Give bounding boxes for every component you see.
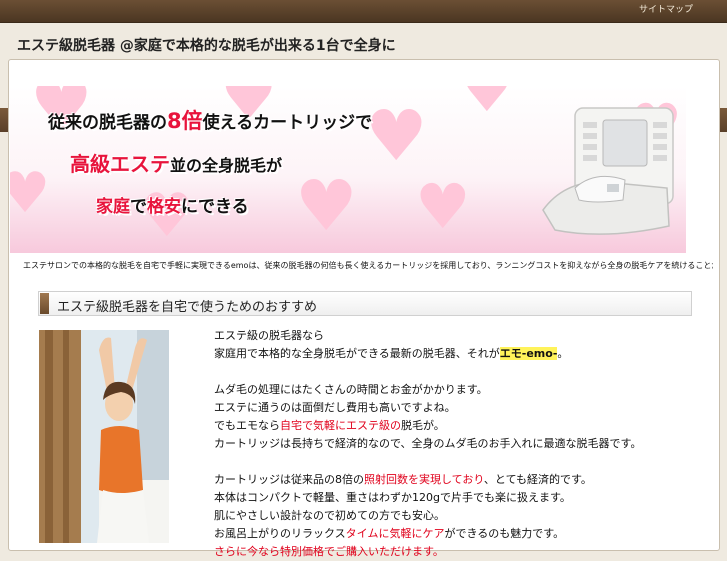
hero-banner[interactable]: ♥ ♥ ♥ ♥ ♥ ♥ ♥ ♥ ♥ 従来の脱毛器の8倍使えるカートリッジで 高級… <box>10 86 686 253</box>
content-panel: ♥ ♥ ♥ ♥ ♥ ♥ ♥ ♥ ♥ 従来の脱毛器の8倍使えるカートリッジで 高級… <box>8 59 720 558</box>
page: エステ級脱毛器 @家庭で本格的な脱毛が出来る1台で全身に ♥ ♥ ♥ ♥ ♥ ♥… <box>0 22 727 558</box>
heart-icon: ♥ <box>365 95 428 177</box>
emo-highlight[interactable]: エモ-emo- <box>499 347 558 360</box>
body-line: 本体はコンパクトで軽量、重さはわずか120gで片手でも楽に扱えます。 <box>214 491 571 504</box>
banner-line-3: 家庭で格安にできる <box>96 197 249 217</box>
intro-text: エステサロンでの本格的な脱毛を自宅で手軽に実現できるemoは、従来の脱毛器の何倍… <box>23 261 713 270</box>
body-line: お風呂上がりのリラックスタイムに気軽にケアができるのも魅力です。 <box>214 527 565 540</box>
banner-line-1: 従来の脱毛器の8倍使えるカートリッジで <box>48 109 373 133</box>
site-title[interactable]: エステ級脱毛器 @家庭で本格的な脱毛が出来る1台で全身に <box>17 35 396 55</box>
sitemap-link[interactable]: サイトマップ <box>639 2 693 15</box>
body-line: 家庭用で本格的な全身脱毛ができる最新の脱毛器、それがエモ-emo-。 <box>214 347 569 360</box>
section-heading: エステ級脱毛器を自宅で使うためのおすすめ <box>38 291 692 316</box>
body-line: カートリッジは従来品の8倍の照射回数を実現しており、とても経済的です。 <box>214 473 592 486</box>
article-body: エステ級の脱毛器なら 家庭用で本格的な全身脱毛ができる最新の脱毛器、それがエモ-… <box>214 327 694 561</box>
body-line: エステに通うのは面倒だし費用も高いですよね。 <box>214 401 456 414</box>
heart-icon: ♥ <box>460 86 514 126</box>
heart-icon: ♥ <box>295 165 358 247</box>
body-line: ムダ毛の処理にはたくさんの時間とお金がかかります。 <box>214 383 488 396</box>
heart-icon: ♥ <box>10 161 51 226</box>
body-line: エステ級の脱毛器なら <box>214 329 324 342</box>
body-line: カートリッジは長持ちで経済的なので、全身のムダ毛のお手入れに最適な脱毛器です。 <box>214 437 642 450</box>
woman-stretching-photo <box>39 330 169 543</box>
section-title: エステ級脱毛器を自宅で使うためのおすすめ <box>57 300 318 315</box>
top-bar: サイトマップ <box>0 0 727 23</box>
body-line: さらに今なら特別価格でご購入いただけます。 <box>214 545 444 558</box>
body-line: でもエモなら自宅で気軽にエステ級の脱毛が。 <box>214 419 445 432</box>
body-line: 肌にやさしい設計なので初めての方でも安心。 <box>214 509 445 522</box>
epilator-device-image <box>542 107 674 235</box>
banner-line-2: 高級エステ並の全身脱毛が <box>70 152 283 176</box>
heart-icon: ♥ <box>415 170 471 243</box>
heading-marker <box>40 293 49 314</box>
